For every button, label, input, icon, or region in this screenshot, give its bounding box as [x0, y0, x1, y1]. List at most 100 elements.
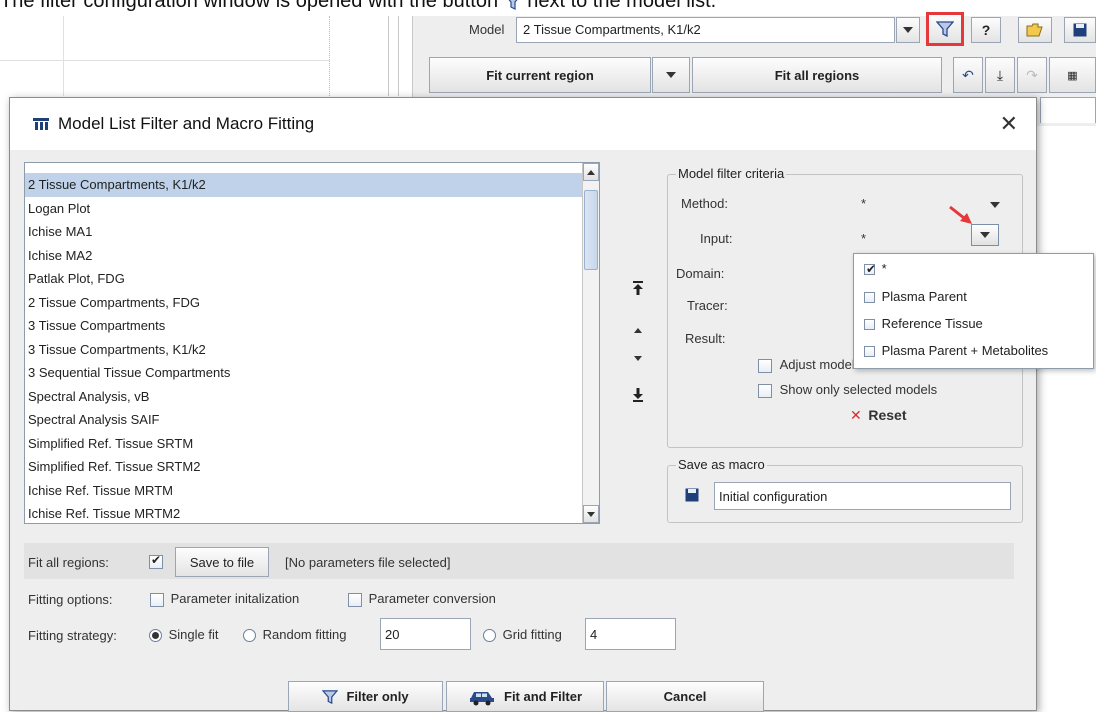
fit-all-checkbox[interactable] — [149, 553, 163, 569]
list-item[interactable]: 2 Tissue Compartments, FDG — [25, 291, 599, 315]
list-item[interactable]: 2 Tissue Compartments, K1/k2 — [25, 173, 599, 197]
adjust-models-checkbox[interactable] — [758, 358, 772, 373]
fit-and-filter-button[interactable]: Fit and Filter — [446, 681, 604, 712]
fit-current-region-button[interactable]: Fit current region — [429, 57, 651, 93]
show-selected-checkbox-row[interactable]: Show only selected models — [758, 382, 937, 398]
filter-only-label: Filter only — [346, 689, 409, 704]
param-init-checkbox-row[interactable]: Parameter initalization — [150, 591, 299, 607]
fit-all-regions-button[interactable]: Fit all regions — [692, 57, 942, 93]
list-item[interactable]: Ichise Ref. Tissue MRTM2 — [25, 502, 599, 523]
filter-icon — [508, 0, 517, 10]
random-fit-label: Random fitting — [262, 627, 347, 642]
popup-item-all[interactable]: * — [864, 261, 887, 276]
cancel-button[interactable]: Cancel — [606, 681, 764, 712]
model-list[interactable]: 2 Tissue Compartments, K1/k2 Logan Plot … — [24, 162, 600, 524]
list-item[interactable]: 3 Tissue Compartments, K1/k2 — [25, 338, 599, 362]
caption-text-after: next to the model list. — [527, 0, 717, 12]
list-item[interactable]: 3 Sequential Tissue Compartments — [25, 361, 599, 385]
grid-fit-count-input[interactable]: 4 — [585, 618, 676, 650]
chevron-down-icon — [990, 202, 1000, 208]
popup-item-plasma-metabolites[interactable]: Plasma Parent + Metabolites — [864, 343, 1048, 358]
single-fit-radio[interactable] — [149, 629, 162, 643]
popup-checkbox[interactable] — [864, 346, 875, 358]
method-dropdown[interactable] — [986, 197, 1004, 213]
red-arrow-annotation — [949, 205, 972, 224]
grid-fit-radio[interactable] — [483, 629, 496, 643]
download-button[interactable]: ⤓ — [985, 57, 1015, 93]
file-status: [No parameters file selected] — [285, 555, 451, 570]
param-conv-checkbox-row[interactable]: Parameter conversion — [348, 591, 496, 607]
undo-button[interactable]: ↶ — [953, 57, 983, 93]
popup-item-label: * — [881, 261, 887, 276]
tab-strip — [1040, 97, 1096, 123]
scroll-up-button[interactable] — [583, 163, 599, 181]
grid-fit-label: Grid fitting — [502, 627, 562, 642]
model-label: Model — [469, 22, 505, 37]
popup-checkbox[interactable] — [864, 262, 876, 276]
list-item[interactable]: Ichise Ref. Tissue MRTM — [25, 479, 599, 503]
open-folder-button[interactable] — [1018, 17, 1052, 43]
list-item[interactable]: Patlak Plot, FDG — [25, 267, 599, 291]
popup-item-label: Reference Tissue — [881, 316, 983, 331]
reset-x-icon: ✕ — [850, 407, 862, 423]
model-filter-button[interactable] — [926, 12, 964, 46]
random-fit-count-input[interactable]: 20 — [380, 618, 471, 650]
list-item[interactable]: Logan Plot — [25, 197, 599, 221]
move-top-icon — [633, 281, 643, 295]
method-value[interactable]: * — [861, 196, 866, 211]
show-selected-checkbox[interactable] — [758, 383, 772, 398]
save-to-file-button[interactable]: Save to file — [175, 547, 269, 577]
popup-checkbox[interactable] — [864, 292, 875, 304]
random-fit-radio[interactable] — [243, 629, 256, 643]
input-dropdown-button[interactable] — [971, 224, 999, 246]
save-button[interactable] — [1064, 17, 1096, 43]
close-icon[interactable]: ✕ — [1000, 111, 1018, 137]
save-macro-group: Save as macro Initial configuration — [667, 457, 1023, 523]
cancel-label: Cancel — [663, 689, 707, 704]
move-top-button[interactable] — [628, 278, 648, 298]
list-scrollbar[interactable] — [582, 163, 599, 523]
model-dropdown-button[interactable] — [896, 17, 920, 43]
model-list-rows: 2 Tissue Compartments, K1/k2 Logan Plot … — [25, 163, 599, 523]
reset-button[interactable]: ✕ Reset — [850, 407, 907, 424]
list-item[interactable]: Spectral Analysis, vB — [25, 385, 599, 409]
list-item[interactable]: 3 Tissue Compartments — [25, 314, 599, 338]
single-fit-radio-row[interactable]: Single fit — [149, 627, 219, 643]
grid-fit-radio-row[interactable]: Grid fitting — [483, 627, 562, 643]
list-item[interactable]: Ichise MA1 — [25, 220, 599, 244]
caption: The filter configuration window is opene… — [0, 0, 716, 16]
macro-name-input[interactable]: Initial configuration — [714, 482, 1011, 510]
param-conv-checkbox[interactable] — [348, 592, 362, 607]
popup-item-reference-tissue[interactable]: Reference Tissue — [864, 316, 983, 331]
fit-current-label: Fit current region — [486, 67, 594, 83]
scroll-thumb[interactable] — [584, 190, 598, 270]
fitting-options-label: Fitting options: — [28, 592, 113, 607]
param-init-checkbox[interactable] — [150, 592, 164, 607]
save-macro-button[interactable] — [685, 488, 699, 502]
move-up-button[interactable] — [628, 320, 648, 340]
filter-only-button[interactable]: Filter only — [288, 681, 443, 712]
list-item[interactable]: Ichise MA2 — [25, 244, 599, 268]
list-item[interactable]: Spectral Analysis SAIF — [25, 408, 599, 432]
list-item[interactable]: Simplified Ref. Tissue SRTM2 — [25, 455, 599, 479]
fit-options-dropdown[interactable] — [652, 57, 690, 93]
list-item[interactable] — [25, 163, 599, 173]
model-filter-dialog: Model List Filter and Macro Fitting ✕ 2 … — [9, 97, 1037, 712]
move-bottom-icon — [633, 388, 643, 402]
model-select[interactable]: 2 Tissue Compartments, K1/k2 — [516, 17, 895, 43]
filter-icon — [322, 689, 339, 704]
move-bottom-button[interactable] — [628, 385, 648, 405]
divider — [388, 16, 389, 96]
popup-item-plasma-parent[interactable]: Plasma Parent — [864, 289, 967, 304]
scroll-down-button[interactable] — [583, 505, 599, 523]
list-item[interactable]: Simplified Ref. Tissue SRTM — [25, 432, 599, 456]
redo-button[interactable]: ↷ — [1017, 57, 1047, 93]
random-fit-radio-row[interactable]: Random fitting — [243, 627, 347, 643]
chevron-down-icon — [903, 27, 913, 33]
help-button[interactable]: ? — [971, 17, 1001, 43]
input-value[interactable]: * — [861, 231, 866, 246]
result-label: Result: — [685, 331, 726, 346]
move-down-button[interactable] — [628, 348, 648, 368]
popup-checkbox[interactable] — [864, 319, 875, 331]
report-button[interactable]: ▦ — [1049, 57, 1096, 93]
